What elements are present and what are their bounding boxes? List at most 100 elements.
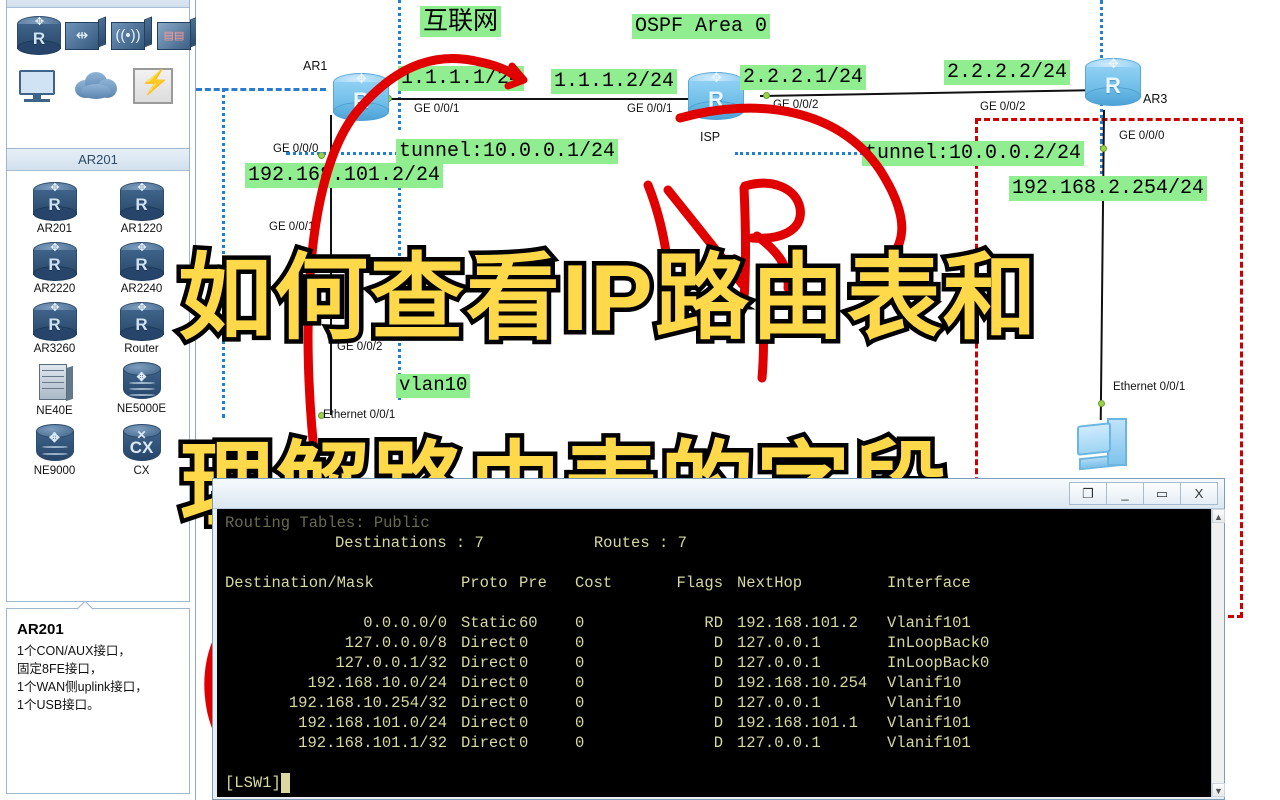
maximize-button[interactable]: ▭ (1143, 482, 1181, 505)
link-isp-ar3 (760, 88, 1112, 97)
palette-device-ar2220[interactable]: ✥ R AR2220 (11, 238, 98, 295)
cell-destination: 192.168.10.0/24 (307, 674, 447, 692)
cell-flags: D (713, 674, 723, 692)
device-label: NE9000 (33, 465, 76, 477)
close-button[interactable]: X (1180, 482, 1218, 505)
router-letter: R (1105, 73, 1121, 98)
cell-pre: 0 (519, 694, 529, 712)
cell-proto: Direct (461, 674, 517, 692)
cell-interface: Vlanif101 (887, 614, 971, 632)
connector-dot (1100, 145, 1107, 152)
if-isp-ge001: GE 0/0/1 (627, 103, 673, 115)
device-info-line-1: 1个CON/AUX接口， (17, 644, 131, 658)
router-arrows-icon: ✥ (711, 70, 722, 85)
palette-top-group: ✥ R ⇹ ((•)) ▤▤ ⚡ (6, 0, 198, 162)
terminal-output[interactable]: Routing Tables: Public Destinations : 7 … (217, 509, 1222, 797)
palette-device-list: ✥ R AR201 ✥ R AR1220 ✥ R AR2220 ✥ R AR22… (6, 172, 190, 602)
cell-nexthop: 192.168.101.1 (737, 714, 858, 732)
palette-device-cx[interactable]: ✕ CX CX (98, 420, 185, 477)
cloud-icon[interactable] (73, 68, 119, 102)
router-icon: ✥ R (31, 182, 79, 222)
cell-pre: 0 (519, 734, 529, 752)
cell-nexthop: 127.0.0.1 (737, 734, 821, 752)
device-label: NE40E (36, 405, 73, 417)
cell-cost: 0 (575, 634, 585, 652)
cell-cost: 0 (575, 714, 585, 732)
router-icon: ✥ R (31, 302, 79, 342)
device-info-panel: AR201 1个CON/AUX接口， 固定8FE接口， 1个WAN侧uplink… (6, 600, 190, 794)
cell-pre: 0 (519, 674, 529, 692)
minimize-button[interactable]: _ (1106, 482, 1144, 505)
core-router-icon: ✥ (33, 424, 77, 464)
pc-icon[interactable] (17, 68, 59, 104)
window-controls: ❐ _ ▭ X (1069, 482, 1218, 505)
palette-device-router[interactable]: ✥ R Router (98, 298, 185, 355)
cell-flags: D (713, 694, 723, 712)
cell-flags: D (713, 714, 723, 732)
cell-pre: 60 (519, 614, 538, 632)
ip-1-1-1-2-label: 1.1.1.2/24 (551, 69, 678, 94)
overlay-title-line-1: 如何查看IP路由表和 (174, 241, 1042, 355)
firewall-icon[interactable]: ▤▤ (153, 16, 198, 56)
wireless-ac-icon[interactable]: ((•)) (107, 16, 152, 56)
terminal-window[interactable]: ❐ _ ▭ X Routing Tables: Public Destinati… (212, 478, 1225, 800)
core-router-icon: ✥ (120, 362, 164, 402)
prompt-text: [LSW1] (225, 774, 281, 792)
cell-proto: Static (461, 614, 517, 632)
device-info-line-4: 1个USB接口。 (17, 698, 100, 713)
router-letter: R (353, 88, 369, 113)
if-ar1-ge001: GE 0/0/1 (414, 103, 460, 115)
cell-nexthop: 192.168.101.2 (737, 614, 858, 632)
device-label: AR2240 (120, 283, 163, 295)
router-icon: ✥ R (118, 182, 166, 222)
palette-device-ar1220[interactable]: ✥ R AR1220 (98, 178, 185, 235)
router-icon[interactable]: ✥ R (15, 16, 61, 56)
routing-table-title: Routing Tables: Public (225, 514, 430, 532)
device-palette: ✥ R ⇹ ((•)) ▤▤ ⚡ AR201 ✥ R AR201 ✥ R AR1… (0, 0, 198, 800)
cell-interface: Vlanif101 (887, 734, 971, 752)
scroll-up-arrow[interactable]: ▲ (1212, 509, 1225, 523)
palette-device-ar2240[interactable]: ✥ R AR2240 (98, 238, 185, 295)
if-ar3-ge000: GE 0/0/0 (1119, 130, 1165, 142)
cell-pre: 0 (519, 714, 529, 732)
terminal-prompt[interactable]: [LSW1] (225, 773, 1222, 793)
restore-button[interactable]: ❐ (1069, 482, 1107, 505)
header-flags: Flags (676, 574, 723, 592)
connector-dot (763, 92, 770, 99)
cell-proto: Direct (461, 654, 517, 672)
link-ar1-isp (390, 98, 708, 100)
label-ar3: AR3 (1143, 92, 1168, 106)
device-label: AR2220 (33, 283, 76, 295)
if-isp-ge002: GE 0/0/2 (773, 99, 819, 111)
cell-cost: 0 (575, 694, 585, 712)
palette-device-ar3260[interactable]: ✥ R AR3260 (11, 298, 98, 355)
cell-flags: D (713, 734, 723, 752)
cell-flags: RD (704, 614, 723, 632)
palette-device-ne9000[interactable]: ✥ NE9000 (11, 420, 98, 477)
device-label: AR201 (36, 223, 73, 235)
scroll-down-arrow[interactable]: ▼ (1212, 783, 1225, 797)
routes-value: 7 (677, 534, 687, 552)
device-label: AR3260 (33, 343, 76, 355)
palette-selected-group[interactable]: AR201 (6, 148, 190, 172)
routing-table-header: Destination/Mask Proto Pre Cost Flags Ne… (225, 573, 1222, 593)
device-label: NE5000E (116, 403, 167, 415)
cell-interface: InLoopBack0 (887, 634, 990, 652)
cell-cost: 0 (575, 614, 585, 632)
switch-icon[interactable]: ⇹ (61, 16, 106, 56)
cell-cost: 0 (575, 734, 585, 752)
tunnel-right-label: tunnel:10.0.0.2/24 (862, 141, 1085, 166)
terminal-titlebar[interactable]: ❐ _ ▭ X (213, 479, 1224, 509)
device-label: CX (133, 465, 150, 477)
palette-device-ar201[interactable]: ✥ R AR201 (11, 178, 98, 235)
device-grid: ✥ R AR201 ✥ R AR1220 ✥ R AR2220 ✥ R AR22… (7, 172, 189, 483)
terminal-scrollbar[interactable]: ▲ ▼ (1211, 509, 1225, 797)
router-icon: ✥ R (118, 242, 166, 282)
device-info-line-3: 1个WAN侧uplink接口， (17, 680, 148, 695)
table-row: 192.168.10.254/32 Direct 0 0 D 127.0.0.1… (225, 693, 1222, 713)
frame-relay-icon[interactable]: ⚡ (133, 68, 173, 104)
device-pc-right[interactable] (1077, 418, 1131, 480)
palette-device-ne40e[interactable]: NE40E (11, 358, 98, 417)
palette-device-ne5000e[interactable]: ✥ NE5000E (98, 358, 185, 417)
ospf-area-label: OSPF Area 0 (632, 14, 771, 39)
